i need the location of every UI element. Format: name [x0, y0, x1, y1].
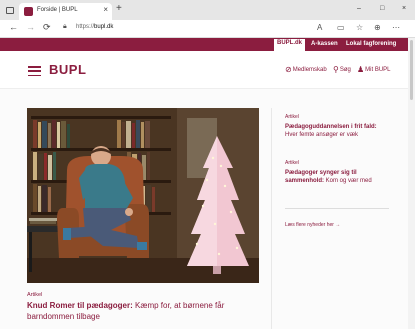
news-item-category: Artikel: [285, 160, 299, 166]
forward-icon[interactable]: →: [26, 22, 35, 32]
browser-tab-bar: Forside | BUPL × + – □ ×: [0, 0, 415, 20]
search-icon: ⚲: [333, 65, 339, 74]
search-link[interactable]: ⚲Søg: [333, 65, 351, 74]
collections-icon[interactable]: ▭: [337, 23, 345, 32]
news-item-title: Pædagoger synger sig til sammenhold: Kom…: [285, 170, 372, 184]
settings-icon[interactable]: ⋯: [392, 23, 400, 32]
hero-image[interactable]: [27, 108, 259, 283]
tab-close-icon[interactable]: ×: [103, 5, 108, 14]
profile-icon[interactable]: ⊕: [374, 23, 381, 32]
more-news-link[interactable]: Læs flere nyheder her →: [285, 222, 340, 228]
url-prefix: https://: [76, 24, 95, 30]
topnav-item-a-kassen[interactable]: A-kassen: [308, 40, 341, 48]
news-item[interactable]: Artikel Pædagoguddannelsen i frit fald: …: [285, 114, 390, 139]
news-item-category: Artikel: [285, 114, 299, 120]
browser-tab[interactable]: Forside | BUPL ×: [19, 3, 112, 20]
tab-title: Forside | BUPL: [37, 7, 78, 13]
news-divider: [285, 208, 389, 209]
page-scrollbar[interactable]: [408, 38, 415, 329]
bupl-favicon-icon: [24, 7, 33, 16]
site-logo[interactable]: BUPL: [49, 62, 86, 77]
my-bupl-link[interactable]: ♟Mit BUPL: [357, 65, 391, 74]
url-domain: bupl.dk: [94, 24, 114, 30]
news-item-title: Pædagoguddannelsen i frit fald: Hver fem…: [285, 124, 377, 138]
new-tab-button[interactable]: +: [116, 3, 122, 14]
maximize-button[interactable]: □: [380, 5, 384, 12]
site-header: BUPL ⊘Medlemskab ⚲Søg ♟Mit BUPL: [0, 51, 408, 89]
site-top-nav: BUPL.dk A-kassen Lokal fagforening: [0, 38, 408, 51]
topnav-item-lokal-fagforening[interactable]: Lokal fagforening: [343, 40, 399, 48]
main-article-category: Artikel: [27, 292, 43, 298]
address-bar: ← → ⟳ 🔒︎ https://bupl.dk A ▭ ☆ ⊕ ⋯: [0, 20, 415, 38]
read-aloud-icon[interactable]: A: [317, 23, 322, 32]
close-window-button[interactable]: ×: [402, 5, 406, 12]
member-icon: ⊘: [285, 65, 292, 74]
news-item[interactable]: Artikel Pædagoger synger sig til sammenh…: [285, 160, 390, 185]
user-icon: ♟: [357, 65, 365, 74]
menu-icon[interactable]: [28, 66, 41, 77]
tab-actions-icon[interactable]: [6, 7, 14, 14]
favorites-icon[interactable]: ☆: [356, 23, 363, 32]
topnav-item-bupl[interactable]: BUPL.dk: [274, 39, 306, 51]
column-divider: [271, 108, 272, 329]
main-article-title[interactable]: Knud Romer til pædagoger: Kæmp for, at b…: [27, 300, 272, 322]
refresh-icon[interactable]: ⟳: [43, 22, 51, 33]
scrollbar-thumb[interactable]: [410, 40, 413, 100]
lock-icon: 🔒︎: [63, 23, 67, 30]
back-icon[interactable]: ←: [9, 22, 18, 32]
minimize-button[interactable]: –: [357, 5, 361, 12]
url-field[interactable]: 🔒︎ https://bupl.dk: [58, 22, 308, 36]
membership-link[interactable]: ⊘Medlemskab: [285, 65, 327, 74]
